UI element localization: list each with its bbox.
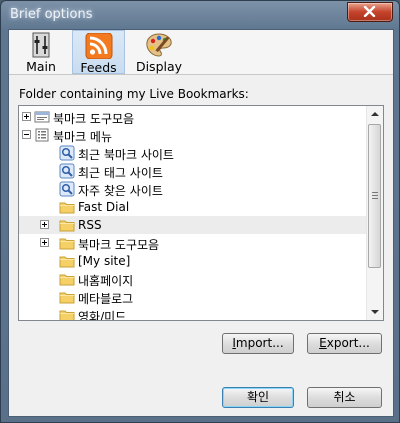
folder-icon: [59, 238, 75, 250]
bookmark-menu-icon: [35, 128, 49, 142]
feeds-pane: Folder containing my Live Bookmarks: 북마크…: [9, 75, 393, 416]
scroll-up-arrow-icon[interactable]: [367, 106, 383, 122]
scrollbar-thumb[interactable]: [368, 124, 381, 268]
tree-item[interactable]: Fast Dial: [19, 198, 369, 216]
bookmark-toolbar-icon: [34, 111, 50, 123]
tab-display[interactable]: Display: [133, 30, 185, 74]
tree-item[interactable]: 메타블로그: [19, 288, 369, 306]
pane-toolbar: Main Feeds Display: [9, 30, 393, 75]
tree-item[interactable]: 내홈페이지: [19, 270, 369, 288]
tree-item-label: Fast Dial: [78, 200, 130, 214]
tab-feeds-label: Feeds: [80, 60, 117, 75]
main-settings-icon: [32, 32, 50, 58]
window-title: Brief options: [10, 7, 93, 22]
folder-label: Folder containing my Live Bookmarks:: [19, 87, 249, 101]
tree-item-label: [My site]: [78, 254, 131, 268]
smart-query-icon: [59, 163, 75, 179]
tab-main-label: Main: [26, 59, 56, 74]
tree-item-label: 북마크 도구모음: [53, 112, 135, 126]
bookmark-folder-tree[interactable]: 북마크 도구모음 북마크 메뉴 최근 북마크 사이트 최근 태그 사이트 자주 찾은 사…: [18, 105, 384, 321]
import-button[interactable]: Import...: [222, 333, 294, 354]
tree-item[interactable]: 자주 찾은 사이트: [19, 180, 369, 198]
tree-item[interactable]: 북마크 도구모음: [19, 108, 369, 126]
rss-feed-icon: [85, 33, 112, 59]
expand-icon[interactable]: [22, 112, 31, 121]
close-button[interactable]: [347, 2, 393, 22]
tree-scrollbar[interactable]: [366, 106, 383, 320]
tree-item[interactable]: 북마크 메뉴: [19, 126, 369, 144]
tree-item[interactable]: 영화/미드: [19, 306, 369, 321]
collapse-icon[interactable]: [22, 130, 31, 139]
tree-item-label: RSS: [78, 218, 102, 232]
tree-item-label: 북마크 메뉴: [53, 130, 113, 144]
tree-item[interactable]: RSS: [19, 216, 369, 234]
expand-icon[interactable]: [40, 220, 49, 229]
ok-button[interactable]: 확인: [222, 387, 294, 408]
folder-icon: [59, 256, 75, 268]
export-button[interactable]: Export...: [307, 333, 382, 354]
tree-item-label: 최근 태그 사이트: [78, 166, 163, 180]
close-icon: [363, 6, 376, 17]
tab-display-label: Display: [135, 59, 183, 74]
tree-item[interactable]: 북마크 도구모음: [19, 234, 369, 252]
tree-item[interactable]: [My site]: [19, 252, 369, 270]
folder-icon: [59, 292, 75, 304]
palette-icon: [146, 33, 172, 57]
tree-item[interactable]: 최근 태그 사이트: [19, 162, 369, 180]
title-bar[interactable]: Brief options: [1, 1, 399, 29]
folder-icon: [59, 310, 75, 320]
tree-item-label: 영화/미드: [78, 310, 127, 321]
options-window: Brief options Main Feeds Display Folder …: [0, 0, 400, 423]
tree-item-label: 자주 찾은 사이트: [78, 184, 163, 198]
smart-query-icon: [59, 181, 75, 197]
smart-query-icon: [59, 145, 75, 161]
tree-item-label: 최근 북마크 사이트: [78, 148, 174, 162]
tree-item-label: 메타블로그: [78, 292, 134, 306]
expand-icon[interactable]: [40, 238, 49, 247]
folder-icon: [59, 274, 75, 286]
folder-icon: [59, 202, 75, 214]
tab-feeds[interactable]: Feeds: [72, 30, 125, 75]
dialog-client: Main Feeds Display Folder containing my …: [8, 29, 394, 417]
folder-icon: [59, 220, 75, 232]
tree-item[interactable]: 최근 북마크 사이트: [19, 144, 369, 162]
cancel-button[interactable]: 취소: [307, 387, 382, 408]
tab-main[interactable]: Main: [18, 30, 64, 74]
tree-item-label: 내홈페이지: [78, 274, 134, 288]
tree-item-label: 북마크 도구모음: [78, 238, 160, 252]
scroll-down-arrow-icon[interactable]: [367, 304, 383, 320]
